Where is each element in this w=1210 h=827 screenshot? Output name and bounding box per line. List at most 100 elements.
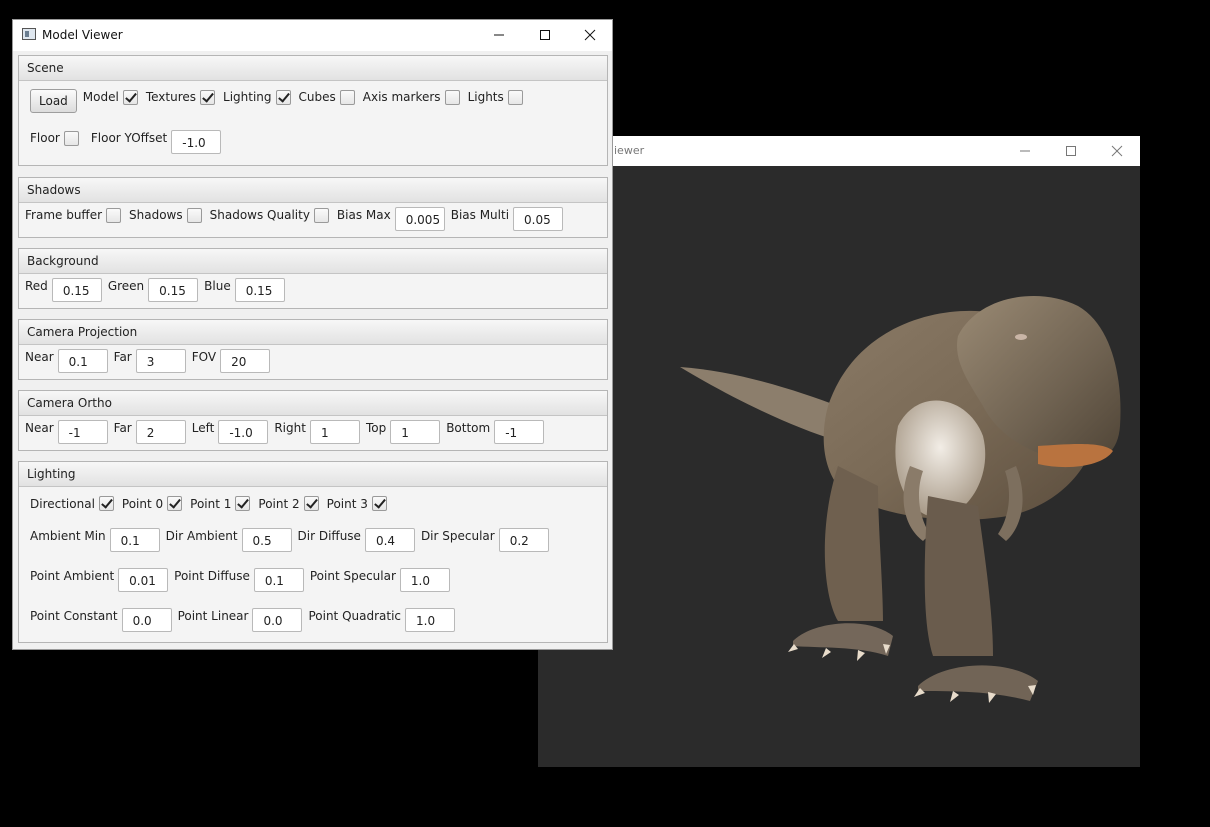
shadows-label: Shadows <box>129 208 183 222</box>
model-checkbox[interactable] <box>122 89 138 105</box>
fov-label: FOV <box>191 350 217 364</box>
axis-markers-label: Axis markers <box>362 90 441 104</box>
bias-max-input[interactable]: 0.005 <box>394 207 445 231</box>
floor-checkbox[interactable] <box>63 130 79 146</box>
shadows-header: Shadows <box>19 178 607 203</box>
point-linear-label: Point Linear <box>177 609 249 623</box>
frame-buffer-label: Frame buffer <box>25 208 103 222</box>
scene-section: Scene Load Model Textures Lighting Cubes… <box>18 55 608 166</box>
ortho-right-input[interactable]: 1 <box>309 420 360 444</box>
camera-ortho-header: Camera Ortho <box>19 391 607 416</box>
point-quadratic-input[interactable]: 1.0 <box>405 608 456 632</box>
ortho-top-input[interactable]: 1 <box>390 420 441 444</box>
lighting-row-3: Point Ambient 0.01 Point Diffuse 0.1 Poi… <box>30 564 456 592</box>
dir-specular-label: Dir Specular <box>420 529 495 543</box>
close-button[interactable] <box>567 20 613 50</box>
point-specular-label: Point Specular <box>309 569 396 583</box>
point-ambient-label: Point Ambient <box>30 569 115 583</box>
red-input[interactable]: 0.15 <box>51 278 102 302</box>
lighting-label: Lighting <box>223 90 272 104</box>
projection-near-input[interactable]: 0.1 <box>57 349 108 373</box>
minimize-button[interactable] <box>476 20 522 50</box>
fov-input[interactable]: 20 <box>220 349 271 373</box>
ortho-left-label: Left <box>191 421 215 435</box>
shadows-checkbox[interactable] <box>186 207 202 223</box>
point3-checkbox[interactable] <box>371 496 387 511</box>
point-ambient-input[interactable]: 0.01 <box>118 568 169 592</box>
point1-checkbox[interactable] <box>235 496 251 511</box>
background-section: Background Red 0.15 Green 0.15 Blue 0.15 <box>18 248 608 309</box>
model-label: Model <box>82 90 119 104</box>
bias-multi-input[interactable]: 0.05 <box>513 207 564 231</box>
point2-label: Point 2 <box>258 496 300 511</box>
background-row: Red 0.15 Green 0.15 Blue 0.15 <box>25 274 291 302</box>
scene-header: Scene <box>19 56 607 81</box>
ambient-min-input[interactable]: 0.1 <box>109 528 160 552</box>
camera-projection-header: Camera Projection <box>19 320 607 345</box>
point2-checkbox[interactable] <box>303 496 319 511</box>
cubes-checkbox[interactable] <box>339 89 355 105</box>
textures-checkbox[interactable] <box>200 89 216 105</box>
dir-diffuse-input[interactable]: 0.4 <box>364 528 415 552</box>
lighting-checkbox[interactable] <box>275 89 291 105</box>
lighting-header: Lighting <box>19 462 607 487</box>
point-linear-input[interactable]: 0.0 <box>252 608 303 632</box>
green-label: Green <box>107 279 145 293</box>
load-button[interactable]: Load <box>30 89 77 113</box>
bias-max-label: Bias Max <box>336 208 391 222</box>
floor-yoffset-input[interactable]: -1.0 <box>171 130 222 154</box>
green-input[interactable]: 0.15 <box>148 278 199 302</box>
red-label: Red <box>25 279 48 293</box>
ortho-bottom-label: Bottom <box>446 421 491 435</box>
floor-yoffset-label: Floor YOffset <box>90 131 168 145</box>
viewer-close-button[interactable] <box>1094 136 1140 166</box>
dir-specular-input[interactable]: 0.2 <box>498 528 549 552</box>
axis-markers-checkbox[interactable] <box>444 89 460 105</box>
ortho-left-input[interactable]: -1.0 <box>218 420 269 444</box>
viewer-minimize-button[interactable] <box>1002 136 1048 166</box>
dir-ambient-input[interactable]: 0.5 <box>241 528 292 552</box>
viewer-titlebar[interactable]: iewer <box>538 136 1140 166</box>
point-constant-label: Point Constant <box>30 609 118 623</box>
blue-input[interactable]: 0.15 <box>234 278 285 302</box>
dinosaur-model <box>680 296 1121 703</box>
point-specular-input[interactable]: 1.0 <box>399 568 450 592</box>
point0-checkbox[interactable] <box>167 496 183 511</box>
lights-label: Lights <box>467 90 504 104</box>
projection-far-input[interactable]: 3 <box>135 349 186 373</box>
lighting-row-2: Ambient Min 0.1 Dir Ambient 0.5 Dir Diff… <box>30 524 555 552</box>
panel-titlebar[interactable]: Model Viewer <box>13 20 612 51</box>
viewer-window: iewer <box>538 136 1140 767</box>
background-header: Background <box>19 249 607 274</box>
point-diffuse-label: Point Diffuse <box>174 569 250 583</box>
ortho-near-label: Near <box>25 421 54 435</box>
window-title: Model Viewer <box>42 28 123 42</box>
point-constant-input[interactable]: 0.0 <box>121 608 172 632</box>
directional-checkbox[interactable] <box>98 496 114 511</box>
bias-multi-label: Bias Multi <box>450 208 510 222</box>
lights-checkbox[interactable] <box>507 89 523 105</box>
point-diffuse-input[interactable]: 0.1 <box>253 568 304 592</box>
viewer-maximize-button[interactable] <box>1048 136 1094 166</box>
close-icon <box>1111 145 1123 157</box>
ortho-far-input[interactable]: 2 <box>135 420 186 444</box>
textures-label: Textures <box>145 90 197 104</box>
ortho-far-label: Far <box>113 421 132 435</box>
camera-ortho-row: Near -1 Far 2 Left -1.0 Right 1 Top 1 Bo… <box>25 416 550 444</box>
maximize-icon <box>1066 146 1076 156</box>
point1-label: Point 1 <box>190 496 232 511</box>
point0-label: Point 0 <box>121 496 164 511</box>
3d-viewport[interactable] <box>538 166 1140 767</box>
ortho-bottom-input[interactable]: -1 <box>494 420 545 444</box>
point3-label: Point 3 <box>326 496 368 511</box>
app-icon <box>22 28 36 40</box>
frame-buffer-checkbox[interactable] <box>106 207 122 223</box>
maximize-button[interactable] <box>522 20 568 50</box>
lighting-row-1: Directional Point 0 Point 1 Point 2 Poin… <box>30 496 395 511</box>
shadows-quality-checkbox[interactable] <box>313 207 329 223</box>
shadows-section: Shadows Frame buffer Shadows Shadows Qua… <box>18 177 608 238</box>
ortho-near-input[interactable]: -1 <box>57 420 108 444</box>
ortho-right-label: Right <box>274 421 306 435</box>
shadows-quality-label: Shadows Quality <box>209 208 310 222</box>
point-quadratic-label: Point Quadratic <box>308 609 402 623</box>
